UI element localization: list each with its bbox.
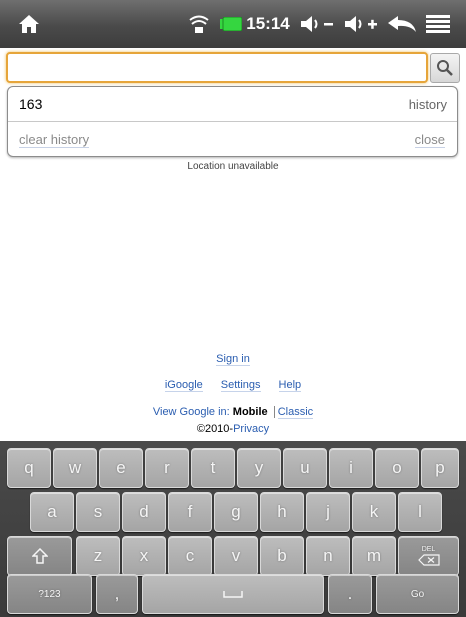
space-key[interactable] (142, 574, 324, 614)
space-icon (223, 591, 243, 598)
view-classic-link[interactable]: Classic (277, 406, 314, 419)
suggestion-item[interactable]: 163 history (8, 87, 457, 122)
view-separator (273, 406, 275, 418)
sign-in-link[interactable]: Sign in (216, 353, 250, 366)
shift-icon (31, 548, 48, 564)
key-a[interactable]: a (30, 492, 74, 532)
view-mobile: Mobile (232, 406, 268, 418)
delete-label: DEL (421, 546, 436, 553)
key-j[interactable]: j (306, 492, 350, 532)
help-link[interactable]: Help (278, 379, 302, 392)
on-screen-keyboard: q w e r t y u i o p a s d f g h j k l z … (0, 441, 466, 617)
key-p[interactable]: p (421, 448, 459, 488)
period-key[interactable]: . (328, 574, 372, 614)
status-bar: 15:14 (0, 0, 466, 48)
close-link[interactable]: close (414, 132, 445, 148)
privacy-link[interactable]: Privacy (233, 423, 269, 435)
copyright-text: ©2010- (196, 423, 234, 435)
key-b[interactable]: b (260, 536, 304, 576)
key-q[interactable]: q (7, 448, 51, 488)
view-google-in: View Google in: Mobile Classic (0, 406, 466, 419)
key-s[interactable]: s (76, 492, 120, 532)
home-icon[interactable] (12, 0, 46, 48)
key-e[interactable]: e (99, 448, 143, 488)
search-button[interactable] (430, 53, 460, 83)
suggestion-query: 163 (19, 96, 43, 112)
key-m[interactable]: m (352, 536, 396, 576)
key-c[interactable]: c (168, 536, 212, 576)
search-input[interactable] (6, 52, 428, 83)
search-icon (437, 60, 453, 76)
key-y[interactable]: y (237, 448, 281, 488)
key-k[interactable]: k (352, 492, 396, 532)
key-f[interactable]: f (168, 492, 212, 532)
key-z[interactable]: z (76, 536, 120, 576)
key-t[interactable]: t (191, 448, 235, 488)
suggestion-type: history (408, 97, 447, 112)
key-n[interactable]: n (306, 536, 350, 576)
key-i[interactable]: i (329, 448, 373, 488)
comma-key[interactable]: , (96, 574, 138, 614)
wifi-icon (186, 0, 212, 48)
delete-key[interactable]: DEL (398, 536, 459, 576)
back-icon[interactable] (382, 0, 422, 48)
view-prefix: View Google in: (152, 406, 230, 418)
key-r[interactable]: r (145, 448, 189, 488)
menu-icon[interactable] (420, 0, 456, 48)
copyright: ©2010-Privacy (0, 423, 466, 435)
clear-history-link[interactable]: clear history (19, 132, 90, 148)
key-w[interactable]: w (53, 448, 97, 488)
key-h[interactable]: h (260, 492, 304, 532)
suggestions-box: 163 history clear history close (7, 86, 458, 157)
settings-link[interactable]: Settings (220, 379, 261, 392)
key-d[interactable]: d (122, 492, 166, 532)
key-u[interactable]: u (283, 448, 327, 488)
location-status: Location unavailable (187, 161, 279, 172)
backspace-icon (417, 554, 440, 566)
symbols-key[interactable]: ?123 (7, 574, 92, 614)
shift-key[interactable] (7, 536, 72, 576)
go-key[interactable]: Go (376, 574, 459, 614)
key-g[interactable]: g (214, 492, 258, 532)
footer-links: iGoogle Settings Help (0, 379, 466, 392)
sign-in-row: Sign in (0, 353, 466, 366)
key-l[interactable]: l (398, 492, 442, 532)
volume-up-icon[interactable] (340, 0, 382, 48)
volume-down-icon[interactable] (296, 0, 338, 48)
clock: 15:14 (246, 14, 290, 33)
battery-icon (218, 0, 244, 48)
key-x[interactable]: x (122, 536, 166, 576)
key-v[interactable]: v (214, 536, 258, 576)
key-o[interactable]: o (375, 448, 419, 488)
igoogle-link[interactable]: iGoogle (164, 379, 203, 392)
